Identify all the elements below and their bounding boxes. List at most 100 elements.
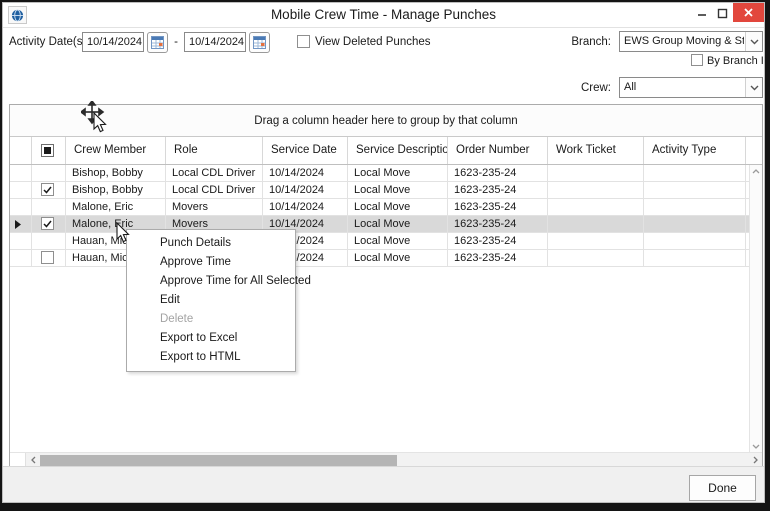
crew-value: All bbox=[624, 81, 637, 93]
row-checkbox-cell[interactable] bbox=[32, 165, 66, 181]
cell-activity_type[interactable] bbox=[644, 182, 746, 198]
cell-work_ticket[interactable] bbox=[548, 216, 644, 232]
indeterminate-mark-icon bbox=[44, 147, 51, 154]
date-to-calendar-button[interactable] bbox=[249, 32, 270, 53]
context-menu: Punch Details Approve Time Approve Time fo… bbox=[126, 229, 311, 372]
group-by-panel[interactable]: Drag a column header here to group by th… bbox=[10, 105, 762, 137]
maximize-button[interactable] bbox=[713, 3, 731, 23]
cell-crew_member[interactable]: Malone, Eric bbox=[66, 199, 166, 215]
table-row[interactable]: Malone, Eric Movers 10/14/2024 Local Move 16… bbox=[10, 216, 749, 233]
scroll-up-icon[interactable] bbox=[750, 165, 762, 177]
cell-service_description[interactable]: Local Move bbox=[348, 216, 448, 232]
cell-activity_type[interactable] bbox=[644, 216, 746, 232]
minimize-button[interactable] bbox=[693, 3, 711, 23]
table-row[interactable]: Bishop, Bobby Local CDL Driver 10/14/2024 L… bbox=[10, 165, 749, 182]
table-row[interactable]: Hauan, Micha 10/14/2024 Local Move 1623-235… bbox=[10, 233, 749, 250]
select-all-header[interactable] bbox=[32, 137, 66, 164]
scrollbar-thumb[interactable] bbox=[40, 455, 397, 466]
row-checkbox[interactable] bbox=[41, 251, 54, 264]
column-header-crew_member[interactable]: Crew Member bbox=[66, 137, 166, 164]
row-indicator-cell bbox=[10, 199, 32, 215]
cell-activity_type[interactable] bbox=[644, 165, 746, 181]
by-branch-id-checkbox[interactable] bbox=[691, 54, 703, 66]
branch-label: Branch: bbox=[571, 36, 611, 48]
done-button[interactable]: Done bbox=[689, 475, 756, 501]
menu-item-approve-time-for-all-selected[interactable]: Approve Time for All Selected bbox=[127, 272, 311, 291]
cell-service_description[interactable]: Local Move bbox=[348, 182, 448, 198]
cell-service_date[interactable]: 10/14/2024 bbox=[263, 199, 348, 215]
cell-activity_type[interactable] bbox=[644, 199, 746, 215]
cell-work_ticket[interactable] bbox=[548, 199, 644, 215]
cell-role[interactable]: Local CDL Driver bbox=[166, 165, 263, 181]
cell-order_number[interactable]: 1623-235-24 bbox=[448, 233, 548, 249]
date-to-input[interactable]: 10/14/2024 bbox=[184, 32, 246, 52]
screenshot-root: Mobile Crew Time - Manage Punches Activi… bbox=[0, 0, 770, 511]
vertical-scrollbar[interactable] bbox=[749, 165, 762, 452]
row-checkbox-cell[interactable] bbox=[32, 199, 66, 215]
cell-activity_type[interactable] bbox=[644, 233, 746, 249]
cell-work_ticket[interactable] bbox=[548, 165, 644, 181]
cell-order_number[interactable]: 1623-235-24 bbox=[448, 165, 548, 181]
branch-dropdown[interactable]: EWS Group Moving & Stor bbox=[619, 31, 763, 52]
cell-work_ticket[interactable] bbox=[548, 250, 644, 266]
view-deleted-punches-checkbox[interactable] bbox=[297, 35, 310, 48]
cell-crew_member[interactable]: Bishop, Bobby bbox=[66, 165, 166, 181]
window-title: Mobile Crew Time - Manage Punches bbox=[270, 7, 497, 22]
chevron-down-icon[interactable] bbox=[745, 78, 762, 97]
cell-service_description[interactable]: Local Move bbox=[348, 199, 448, 215]
scroll-right-icon[interactable] bbox=[748, 453, 762, 467]
menu-item-punch-details[interactable]: Punch Details bbox=[127, 234, 295, 253]
cell-order_number[interactable]: 1623-235-24 bbox=[448, 199, 548, 215]
cell-order_number[interactable]: 1623-235-24 bbox=[448, 182, 548, 198]
menu-item-export-to-html[interactable]: Export to HTML bbox=[127, 348, 295, 367]
table-row[interactable]: Bishop, Bobby Local CDL Driver 10/14/2024 L… bbox=[10, 182, 749, 199]
horizontal-scrollbar[interactable] bbox=[10, 452, 762, 467]
cell-service_description[interactable]: Local Move bbox=[348, 250, 448, 266]
row-checkbox[interactable] bbox=[41, 183, 54, 196]
cell-work_ticket[interactable] bbox=[548, 233, 644, 249]
cell-service_date[interactable]: 10/14/2024 bbox=[263, 182, 348, 198]
date-from-calendar-button[interactable] bbox=[147, 32, 168, 53]
menu-item-edit[interactable]: Edit bbox=[127, 291, 295, 310]
scroll-down-icon[interactable] bbox=[750, 440, 762, 452]
cell-service_description[interactable]: Local Move bbox=[348, 165, 448, 181]
cell-activity_type[interactable] bbox=[644, 250, 746, 266]
menu-item-export-to-excel[interactable]: Export to Excel bbox=[127, 329, 295, 348]
row-checkbox-cell[interactable] bbox=[32, 250, 66, 266]
column-header-filler bbox=[746, 137, 762, 164]
date-from-input[interactable]: 10/14/2024 bbox=[82, 32, 144, 52]
punches-grid: Drag a column header here to group by th… bbox=[9, 104, 763, 468]
column-header-activity_type[interactable]: Activity Type bbox=[644, 137, 746, 164]
row-checkbox-cell[interactable] bbox=[32, 182, 66, 198]
menu-item-approve-time[interactable]: Approve Time bbox=[127, 253, 295, 272]
cell-service_date[interactable]: 10/14/2024 bbox=[263, 165, 348, 181]
crew-label: Crew: bbox=[580, 82, 611, 94]
check-mark-icon bbox=[43, 186, 52, 194]
row-indicator-cell bbox=[10, 250, 32, 266]
cell-role[interactable]: Local CDL Driver bbox=[166, 182, 263, 198]
cell-service_description[interactable]: Local Move bbox=[348, 233, 448, 249]
cell-order_number[interactable]: 1623-235-24 bbox=[448, 216, 548, 232]
table-row[interactable]: Hauan, Micha 10/14/2024 Local Move 1623-235… bbox=[10, 250, 749, 267]
cell-work_ticket[interactable] bbox=[548, 182, 644, 198]
footer-bar: Done bbox=[3, 466, 764, 502]
chevron-down-icon[interactable] bbox=[745, 32, 762, 51]
table-row[interactable]: Malone, Eric Movers 10/14/2024 Local Move 16… bbox=[10, 199, 749, 216]
cell-crew_member[interactable]: Bishop, Bobby bbox=[66, 182, 166, 198]
select-all-checkbox[interactable] bbox=[41, 144, 54, 157]
date-range-separator: - bbox=[174, 36, 178, 48]
crew-dropdown[interactable]: All bbox=[619, 77, 763, 98]
column-header-work_ticket[interactable]: Work Ticket bbox=[548, 137, 644, 164]
cell-role[interactable]: Movers bbox=[166, 199, 263, 215]
close-button[interactable] bbox=[733, 3, 764, 22]
column-header-order_number[interactable]: Order Number bbox=[448, 137, 548, 164]
column-header-role[interactable]: Role bbox=[166, 137, 263, 164]
cell-order_number[interactable]: 1623-235-24 bbox=[448, 250, 548, 266]
column-header-service_date[interactable]: Service Date bbox=[263, 137, 348, 164]
row-checkbox-cell[interactable] bbox=[32, 233, 66, 249]
scroll-left-icon[interactable] bbox=[26, 453, 40, 467]
row-indicator-header bbox=[10, 137, 32, 164]
column-header-service_description[interactable]: Service Description bbox=[348, 137, 448, 164]
row-checkbox[interactable] bbox=[41, 217, 54, 230]
row-checkbox-cell[interactable] bbox=[32, 216, 66, 232]
